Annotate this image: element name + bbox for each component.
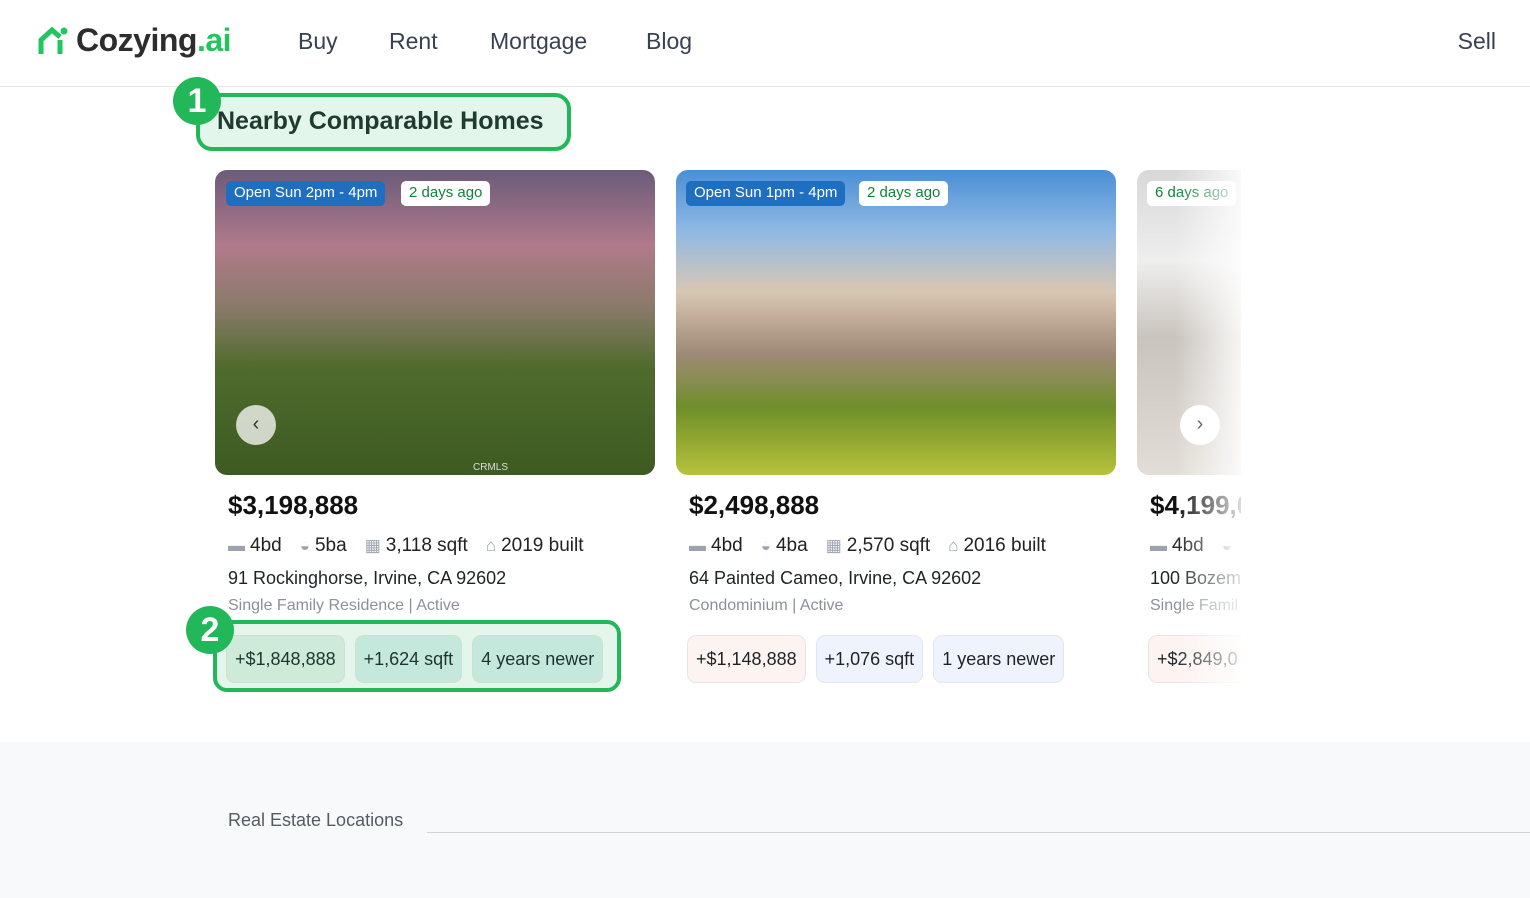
age-diff-chip: 1 years newer	[933, 635, 1065, 683]
nav-blog[interactable]: Blog	[646, 28, 692, 55]
specs: ▬ 4bd ◒ 4ba ▦ 2,570 sqft ⌂ 2016 built	[689, 535, 1116, 557]
home-photo[interactable]: Open Sun 1pm - 4pm 2 days ago	[676, 170, 1116, 475]
nav-sell[interactable]: Sell	[1458, 28, 1496, 55]
beds: 4bd	[711, 535, 743, 556]
footer: Real Estate Locations	[0, 742, 1530, 898]
nav-rent[interactable]: Rent	[389, 28, 438, 55]
chevron-left-icon[interactable]: ‹	[236, 405, 276, 445]
photo-watermark: CRMLS	[473, 462, 509, 473]
address[interactable]: 64 Painted Cameo, Irvine, CA 92602	[689, 568, 1116, 589]
listed-age-badge: 2 days ago	[859, 181, 949, 206]
annotation-highlight-2	[213, 620, 621, 692]
property-type-status: Condominium | Active	[689, 597, 844, 614]
price: $2,498,888	[689, 490, 820, 520]
sqft: 3,118 sqft	[385, 535, 468, 556]
bed-icon: ▬	[1150, 536, 1167, 555]
beds: 4bd	[250, 535, 282, 556]
listed-age-badge: 2 days ago	[401, 181, 491, 206]
open-house-badge: Open Sun 1pm - 4pm	[686, 181, 846, 206]
baths: 4ba	[775, 535, 808, 556]
address[interactable]: 91 Rockinghorse, Irvine, CA 92602	[228, 568, 655, 589]
carousel-fade	[1175, 170, 1241, 700]
baths: 5ba	[314, 535, 347, 556]
open-house-badge: Open Sun 2pm - 4pm	[226, 181, 386, 206]
logo-text: Cozying	[76, 22, 197, 58]
home-photo[interactable]: Open Sun 2pm - 4pm 2 days ago CRMLS ‹	[215, 170, 655, 475]
price-diff-chip: +$1,148,888	[687, 635, 806, 683]
grid-icon: ▦	[825, 536, 842, 555]
house-logo-icon	[38, 26, 68, 54]
logo[interactable]: Cozying .ai	[38, 22, 232, 59]
grid-icon: ▦	[364, 536, 381, 555]
property-type-status: Single Family Residence | Active	[228, 597, 460, 614]
annotation-marker-1: 1	[173, 77, 221, 125]
annotation-marker-2: 2	[186, 606, 234, 654]
price: $3,198,888	[228, 490, 359, 520]
bed-icon: ▬	[228, 536, 245, 555]
bed-icon: ▬	[689, 536, 706, 555]
bathtub-icon: ◒	[299, 536, 310, 555]
logo-suffix: .ai	[196, 22, 232, 58]
top-nav: Cozying .ai Buy Rent Mortgage Blog Sell	[0, 0, 1530, 87]
home-card[interactable]: Open Sun 1pm - 4pm 2 days ago $2,498,888…	[676, 170, 1116, 683]
divider	[427, 832, 1530, 833]
real-estate-locations-heading: Real Estate Locations	[228, 810, 404, 830]
house-icon: ⌂	[948, 536, 959, 555]
year-built: 2016 built	[963, 535, 1046, 556]
year-built: 2019 built	[501, 535, 584, 556]
specs: ▬ 4bd ◒ 5ba ▦ 3,118 sqft ⌂ 2019 built	[228, 535, 655, 557]
nav-buy[interactable]: Buy	[298, 28, 338, 55]
home-card[interactable]: Open Sun 2pm - 4pm 2 days ago CRMLS ‹ $3…	[215, 170, 655, 683]
section-title: Nearby Comparable Homes	[196, 93, 571, 151]
house-icon: ⌂	[485, 536, 497, 555]
bathtub-icon: ◒	[760, 536, 771, 555]
sqft-diff-chip: +1,076 sqft	[815, 635, 924, 683]
nav-mortgage[interactable]: Mortgage	[490, 28, 587, 55]
sqft: 2,570 sqft	[846, 535, 931, 556]
